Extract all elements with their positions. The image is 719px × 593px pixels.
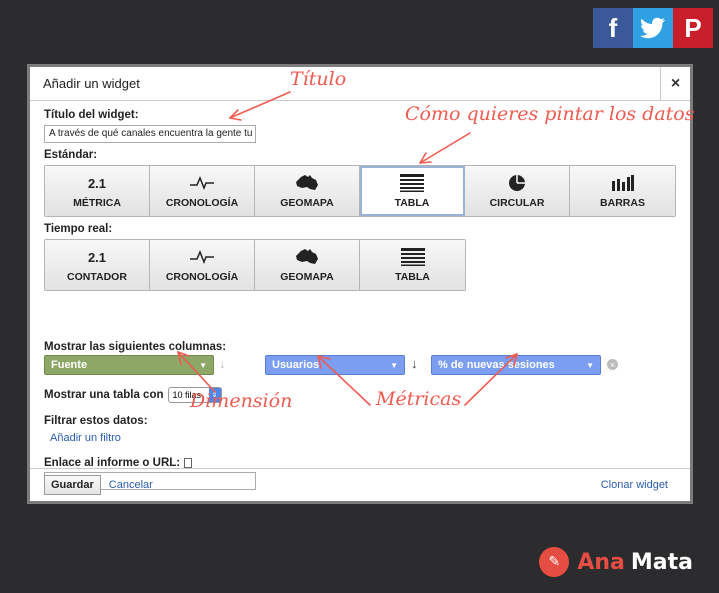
annotation-arrows xyxy=(177,91,518,406)
brand-logo: ✎ Ana Mata xyxy=(539,547,693,577)
arrow-dimension xyxy=(177,351,216,393)
brand-second: Mata xyxy=(630,549,693,575)
tag-icon: ✎ xyxy=(539,547,570,577)
brand-first: Ana xyxy=(577,549,625,575)
arrow-metric-2 xyxy=(464,353,518,406)
arrow-chart-type xyxy=(419,132,471,164)
arrow-title xyxy=(229,91,291,119)
arrow-metric-1 xyxy=(317,355,371,406)
